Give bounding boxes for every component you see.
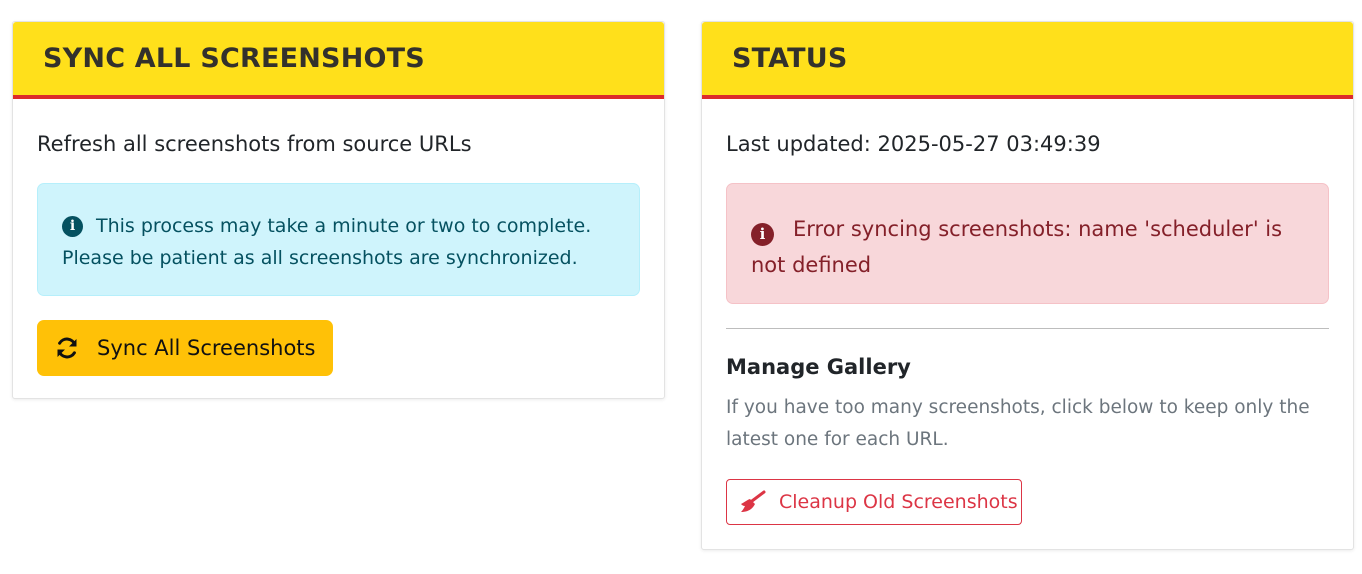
info-alert: i This process may take a minute or two … xyxy=(37,183,640,296)
manage-gallery-description: If you have too many screenshots, click … xyxy=(726,397,1310,450)
sync-card-body: Refresh all screenshots from source URLs… xyxy=(13,132,664,376)
sync-all-button-label: Sync All Screenshots xyxy=(97,336,316,360)
broom-icon xyxy=(741,490,766,512)
sync-card-title: SYNC ALL SCREENSHOTS xyxy=(43,43,425,74)
sync-card-header: SYNC ALL SCREENSHOTS xyxy=(13,22,664,99)
cleanup-button[interactable]: Cleanup Old Screenshots xyxy=(726,479,1022,525)
error-message: Error syncing screenshots: name 'schedul… xyxy=(751,217,1283,277)
status-card: STATUS Last updated: 2025-05-27 03:49:39… xyxy=(701,21,1354,550)
divider xyxy=(726,328,1329,329)
sync-description: Refresh all screenshots from source URLs xyxy=(37,132,472,156)
sync-all-button[interactable]: Sync All Screenshots xyxy=(37,320,333,376)
info-circle-icon: i xyxy=(62,215,83,237)
status-card-title: STATUS xyxy=(732,43,848,74)
error-circle-icon: i xyxy=(751,222,774,246)
info-text-line1: This process may take a minute or two to… xyxy=(96,215,592,237)
status-card-body: Last updated: 2025-05-27 03:49:39 i Error… xyxy=(702,132,1353,525)
last-updated: Last updated: 2025-05-27 03:49:39 xyxy=(726,132,1329,156)
sync-icon xyxy=(57,337,77,359)
error-alert: i Error syncing screenshots: name 'schedu… xyxy=(726,183,1329,304)
manage-gallery-title: Manage Gallery xyxy=(726,355,911,379)
cleanup-button-label: Cleanup Old Screenshots xyxy=(779,491,1018,513)
info-text-line2: Please be patient as all screenshots are… xyxy=(62,247,578,269)
info-alert-line: i This process may take a minute or two … xyxy=(62,210,615,242)
last-updated-value: 2025-05-27 03:49:39 xyxy=(877,132,1101,156)
status-card-header: STATUS xyxy=(702,22,1353,99)
sync-card: SYNC ALL SCREENSHOTS Refresh all screens… xyxy=(12,21,665,399)
last-updated-label: Last updated: xyxy=(726,132,871,156)
